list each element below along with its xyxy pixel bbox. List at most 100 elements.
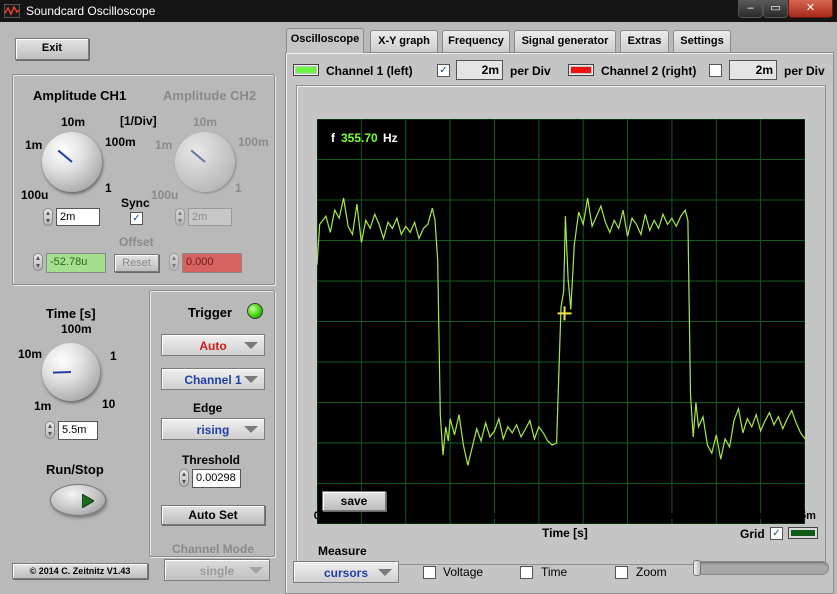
ch2-label: Channel 2 (right) — [601, 64, 697, 78]
x-tick-label: 5m — [753, 510, 770, 522]
tab-settings[interactable]: Settings — [673, 30, 731, 52]
runstop-label: Run/Stop — [46, 462, 104, 477]
zoom-slider-handle[interactable] — [693, 560, 701, 576]
maximize-button[interactable]: ▭ — [763, 0, 788, 18]
save-button[interactable]: save — [322, 491, 386, 511]
trigger-group: Trigger Auto Channel 1 Edge rising Thres… — [149, 290, 275, 557]
trigger-edge-value: rising — [196, 423, 230, 437]
threshold-field[interactable]: 0.00298 — [192, 469, 241, 488]
ch2-amplitude-field[interactable]: 2m — [188, 208, 232, 226]
ch1-div-field[interactable]: 2m — [456, 60, 503, 80]
minimize-icon: – — [747, 2, 754, 14]
ch2-tick-100m: 100m — [238, 135, 269, 149]
tab-frequency[interactable]: Frequency — [442, 30, 510, 52]
grid-color-swatch[interactable] — [788, 527, 818, 539]
ch1-per-div-label: per Div — [510, 64, 551, 78]
ch2-per-div-label: per Div — [784, 64, 825, 78]
time-knob[interactable] — [42, 343, 100, 401]
measure-label: Measure — [318, 544, 367, 558]
amplitude-unit: [1/Div] — [120, 114, 157, 128]
trigger-channel-dropdown[interactable]: Channel 1 — [161, 368, 265, 390]
copyright-badge: © 2014 C. Zeitnitz V1.43 — [12, 563, 148, 579]
ch1-offset-spinner[interactable] — [33, 253, 43, 271]
close-button[interactable]: ✕ — [788, 0, 833, 18]
oscilloscope-plot: f 355.70 Hz save — [316, 118, 806, 525]
tab-signal-generator[interactable]: Signal generator — [514, 30, 616, 52]
chevron-down-icon — [244, 376, 258, 383]
tab-x-y-graph[interactable]: X-Y graph — [370, 30, 438, 52]
sync-checkbox[interactable]: ✓ — [130, 212, 143, 225]
trigger-edge-dropdown[interactable]: rising — [161, 418, 265, 440]
channel-mode-dropdown[interactable]: single — [164, 559, 270, 581]
chevron-down-icon — [249, 567, 263, 574]
time-measure-checkbox[interactable] — [520, 566, 533, 579]
ch1-color-swatch — [293, 64, 319, 76]
ch1-knob-needle — [57, 149, 73, 163]
ch1-amplitude-knob[interactable] — [42, 132, 102, 192]
grid-label: Grid — [740, 527, 765, 541]
exit-button[interactable]: Exit — [15, 38, 89, 60]
ch2-div-field[interactable]: 2m — [729, 60, 777, 80]
tab-extras[interactable]: Extras — [620, 30, 669, 52]
ch2-tick-10m: 10m — [193, 115, 218, 129]
ch1-tick-100m: 100m — [105, 135, 136, 149]
time-spinner[interactable] — [45, 421, 55, 439]
grid-checkbox[interactable]: ✓ — [770, 527, 783, 540]
autoset-label: Auto Set — [188, 508, 238, 522]
sync-label: Sync — [121, 196, 150, 210]
ch2-knob-needle — [190, 149, 206, 163]
time-knob-needle — [52, 371, 72, 374]
play-icon — [82, 494, 94, 508]
ch2-enable-checkbox[interactable] — [709, 64, 722, 77]
ch1-tick-1: 1 — [105, 181, 112, 195]
amplitude-group: Amplitude CH1 Amplitude CH2 [1/Div] 10m … — [12, 74, 275, 285]
measure-mode-value: cursors — [323, 566, 369, 580]
ch1-tick-100u: 100u — [21, 188, 49, 202]
chevron-down-icon — [244, 342, 258, 349]
app-icon — [4, 4, 20, 18]
trigger-mode-dropdown[interactable]: Auto — [161, 334, 265, 356]
trigger-mode-value: Auto — [199, 339, 227, 353]
time-tick-10m: 10m — [18, 347, 43, 361]
x-tick-label: 1m — [399, 510, 416, 522]
autoset-button[interactable]: Auto Set — [161, 505, 265, 525]
ch2-amplitude-knob[interactable] — [175, 132, 235, 192]
time-tick-1m: 1m — [34, 399, 52, 413]
measure-mode-dropdown[interactable]: cursors — [293, 561, 399, 583]
runstop-button[interactable] — [50, 484, 106, 516]
frequency-label: f — [331, 131, 335, 145]
zoom-checkbox[interactable] — [615, 566, 628, 579]
title-bar: Soundcard Oscilloscope – ▭ ✕ — [0, 0, 837, 22]
voltage-checkbox[interactable] — [423, 566, 436, 579]
trigger-title: Trigger — [188, 305, 233, 320]
ch1-offset-field[interactable]: -52.78u — [46, 253, 106, 273]
ch2-offset-field[interactable]: 0.000 — [182, 253, 242, 273]
ch2-color-swatch — [568, 64, 594, 76]
trigger-led-indicator — [247, 303, 263, 319]
channel-mode-label: Channel Mode — [172, 542, 255, 556]
ch1-amplitude-field[interactable]: 2m — [56, 208, 100, 226]
chevron-down-icon — [378, 569, 392, 576]
zoom-slider[interactable] — [693, 560, 829, 576]
ch1-enable-checkbox[interactable]: ✓ — [437, 64, 450, 77]
time-field[interactable]: 5.5m — [58, 421, 98, 440]
ch1-tick-1m: 1m — [25, 138, 43, 152]
offset-reset-button[interactable]: Reset — [114, 254, 159, 272]
ch2-offset-spinner[interactable] — [169, 253, 179, 271]
threshold-label: Threshold — [182, 453, 241, 467]
trigger-cursor-icon[interactable] — [557, 306, 572, 321]
frequency-value: 355.70 — [341, 131, 378, 145]
save-label: save — [340, 494, 368, 508]
tab-oscilloscope[interactable]: Oscilloscope — [286, 28, 364, 53]
main-window: Exit Amplitude CH1 Amplitude CH2 [1/Div]… — [0, 22, 837, 594]
ch1-amplitude-spinner[interactable] — [43, 208, 53, 226]
minimize-button[interactable]: – — [738, 0, 763, 18]
maximize-icon: ▭ — [770, 2, 781, 14]
ch2-amplitude-spinner[interactable] — [175, 208, 185, 226]
x-tick-label: 3m — [577, 510, 594, 522]
exit-label: Exit — [41, 42, 63, 54]
time-measure-label: Time — [541, 565, 568, 579]
ch2-tick-100u: 100u — [151, 188, 179, 202]
threshold-spinner[interactable] — [179, 469, 189, 487]
copyright-text: © 2014 C. Zeitnitz V1.43 — [29, 566, 131, 576]
